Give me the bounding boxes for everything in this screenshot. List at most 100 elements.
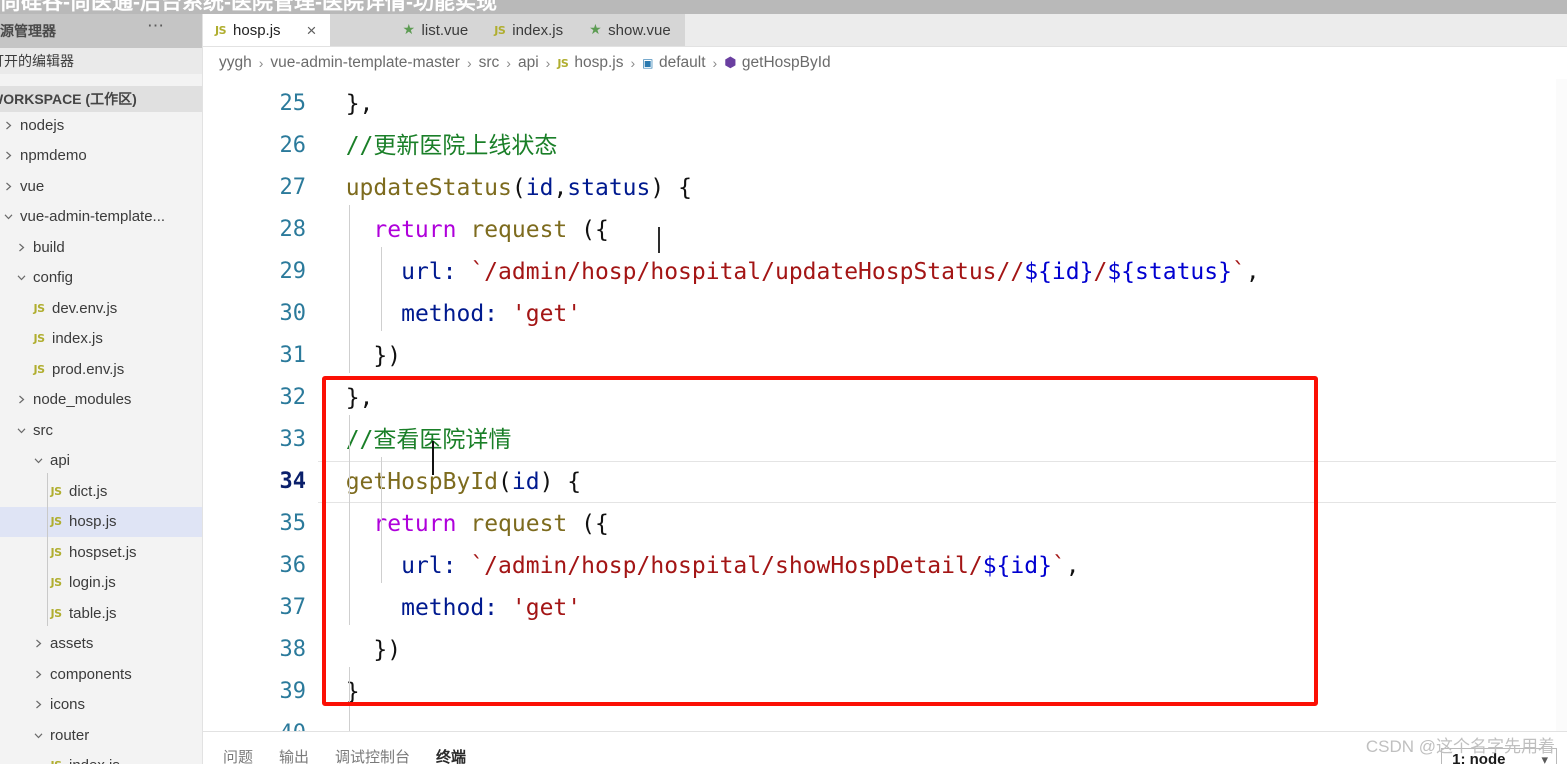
tab-index-js[interactable]: JS index.js [482,14,578,46]
tree-item-vue-admin-template---[interactable]: vue-admin-template... [0,202,202,233]
tree-item-api[interactable]: api [0,446,202,477]
tree-item-build[interactable]: build [0,232,202,263]
file-tree: nodejs npmdemo vue vue-admin-template... bui… [0,110,202,764]
workspace-section[interactable]: WORKSPACE (工作区) [0,86,202,112]
code-line[interactable]: url: `/admin/hosp/hospital/updateHospSta… [318,251,1260,293]
tree-item-label: assets [50,635,94,653]
code-line[interactable]: }) [318,335,401,377]
code-line[interactable]: //查看医院详情 [318,419,512,461]
breadcrumb-item-gethospbyid[interactable]: ⬢ getHospById [724,54,830,72]
chevron-down-icon[interactable]: ▾ [1541,752,1548,764]
ellipsis-icon[interactable]: ⋯ [147,17,165,34]
tree-item-login-js[interactable]: JS login.js [0,568,202,599]
tree-item-nodejs[interactable]: nodejs [0,110,202,141]
js-file-icon: JS [50,484,62,498]
breadcrumb-label: yygh [219,54,252,71]
tree-item-prod-env-js[interactable]: JS prod.env.js [0,354,202,385]
code-editor[interactable]: 25 26 27 28 29 30 31 32 33 34 35 36 37 38 39 40 }, //更新… [203,79,1567,731]
terminal-selector[interactable]: 1: node ▾ [1441,748,1557,764]
code-line[interactable]: }, [318,377,374,419]
chevron-right-icon[interactable] [13,395,29,404]
chevron-right-icon[interactable] [0,121,16,130]
panel-tab-终端[interactable]: 终端 [436,746,466,764]
panel-tab-list: 问题 输出 调试控制台 终端 [223,746,492,764]
method-icon: ⬢ [724,55,736,71]
tree-item-dict-js[interactable]: JS dict.js [0,476,202,507]
code-line[interactable]: method: 'get' [318,587,581,629]
panel-tab-调试控制台[interactable]: 调试控制台 [335,746,410,764]
panel-tab-输出[interactable]: 输出 [279,746,309,764]
line-number: 27 [279,175,307,200]
tree-item-assets[interactable]: assets [0,629,202,660]
open-editors-section[interactable]: 打开的编辑器 [0,48,202,74]
code-content[interactable]: }, //更新医院上线状态 updateStatus(id,status) { … [318,79,1567,731]
chevron-down-icon[interactable] [13,426,29,435]
code-line[interactable]: url: `/admin/hosp/hospital/showHospDetai… [318,545,1080,587]
chevron-right-icon[interactable] [0,151,16,160]
js-file-icon: JS [50,606,62,620]
vue-file-icon: ★ [589,22,602,38]
tree-item-label: index.js [52,330,103,348]
breadcrumb-label: api [517,54,539,71]
breadcrumb-label: src [478,54,500,71]
breadcrumb-label: getHospById [741,54,831,71]
js-file-icon: JS [50,545,62,559]
tree-item-index-js[interactable]: JS index.js [0,751,202,764]
code-line[interactable]: getHospById(id) { [318,461,581,503]
code-line[interactable]: }) [318,629,401,671]
chevron-down-icon[interactable] [13,273,29,282]
tree-item-config[interactable]: config [0,263,202,294]
line-number: 35 [279,511,307,536]
tree-item-components[interactable]: components [0,659,202,690]
code-line[interactable]: } [318,671,360,713]
tree-item-icons[interactable]: icons [0,690,202,721]
chevron-right-icon[interactable] [30,639,46,648]
indent-guide [381,457,382,583]
line-number: 25 [279,91,307,116]
tree-item-hospset-js[interactable]: JS hospset.js [0,537,202,568]
breadcrumb-item-vue-admin-template-master[interactable]: vue-admin-template-master [270,54,460,72]
tree-item-src[interactable]: src [0,415,202,446]
tree-item-label: node_modules [33,391,132,409]
tab-show-vue[interactable]: ★ show.vue [577,14,685,46]
chevron-right-icon[interactable] [30,670,46,679]
tree-item-index-js[interactable]: JS index.js [0,324,202,355]
breadcrumb-item-default[interactable]: ▣ default [642,54,705,72]
editor-scrollbar[interactable] [1556,79,1567,731]
tree-item-hosp-js[interactable]: JS hosp.js [0,506,202,537]
code-line[interactable]: }, [318,83,374,125]
tree-item-dev-env-js[interactable]: JS dev.env.js [0,293,202,324]
breadcrumb-item-api[interactable]: api [518,54,539,72]
code-line[interactable]: //更新医院上线状态 [318,125,558,167]
chevron-down-icon[interactable] [0,212,16,221]
chevron-right-icon[interactable] [13,243,29,252]
tab-list-vue[interactable]: ★ list.vue [390,14,483,46]
chevron-down-icon[interactable] [30,731,46,740]
tree-item-label: router [50,726,90,744]
line-number: 28 [279,217,307,242]
chevron-right-icon[interactable] [0,182,16,191]
chevron-down-icon[interactable] [30,456,46,465]
tab-hosp-js[interactable]: JS hosp.js × [203,14,331,46]
tree-item-npmdemo[interactable]: npmdemo [0,141,202,172]
tree-item-router[interactable]: router [0,720,202,751]
tree-item-vue[interactable]: vue [0,171,202,202]
panel-tab-问题[interactable]: 问题 [223,746,253,764]
tab-label: index.js [512,21,564,39]
code-line[interactable]: updateStatus(id,status) { [318,167,692,209]
code-line[interactable]: return request ({ [318,209,608,251]
tab-label: hosp.js [233,21,281,39]
breadcrumb-item-hosp-js[interactable]: JS hosp.js [557,54,623,72]
breadcrumb-item-yygh[interactable]: yygh [219,54,252,72]
tree-item-node-modules[interactable]: node_modules [0,385,202,416]
breadcrumb-item-src[interactable]: src [479,54,500,72]
tree-item-table-js[interactable]: JS table.js [0,598,202,629]
editor-tab-bar: JS hosp.js × ★ list.vue JS index.js ★ show.vue [203,14,1567,47]
js-file-icon: JS [215,23,227,37]
open-editors-label: 打开的编辑器 [0,53,74,69]
close-icon[interactable]: × [307,22,317,39]
code-line[interactable]: return request ({ [318,503,608,545]
code-line[interactable]: method: 'get' [318,293,581,335]
js-file-icon: JS [33,332,45,346]
chevron-right-icon[interactable] [30,700,46,709]
